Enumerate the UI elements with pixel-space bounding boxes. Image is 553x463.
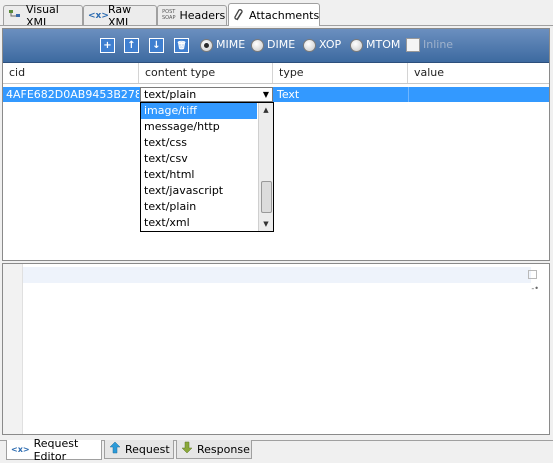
attachment-content-editor[interactable]: -• [2,263,550,435]
column-header-content-type[interactable]: content type [139,63,273,83]
xop-label: XOP [319,38,342,51]
column-header-cid[interactable]: cid [3,63,139,83]
tree-icon [8,9,22,23]
attachments-panel: + ↑ ↓ 🗑 MIME DIME XOP MTOM Inline cid co… [2,28,550,261]
code-icon: <x> [88,10,109,21]
inline-label: Inline [423,38,454,51]
tab-label: Attachments [249,8,320,22]
xop-radio[interactable] [303,39,316,52]
tab-attachments[interactable]: Attachments [228,3,320,26]
add-attachment-button[interactable]: + [100,38,115,53]
column-header-type[interactable]: type [273,63,408,83]
tab-label: Headers [179,9,226,22]
post-soap-icon: POST SOAP [162,8,176,21]
fold-end-icon[interactable]: -• [531,284,539,293]
dropdown-option[interactable]: text/csv [141,151,257,167]
fold-marker-icon[interactable] [528,270,537,279]
column-header-value[interactable]: value [408,63,549,83]
mime-radio[interactable] [200,39,213,52]
mtom-radio[interactable] [350,39,363,52]
tab-label: Request Editor [33,436,79,463]
paperclip-icon [233,8,245,22]
tab-raw-xml[interactable]: <x> Raw XML [83,3,157,29]
cell-cid: 4AFE682D0AB9453B278... [6,88,139,101]
trash-icon: 🗑 [176,41,187,50]
dropdown-option[interactable]: image/tiff [141,103,257,119]
dropdown-option[interactable]: text/javascript [141,183,257,199]
scroll-up-icon[interactable]: ▲ [259,103,273,117]
arrow-down-icon [181,441,193,457]
scroll-down-icon[interactable]: ▼ [259,217,273,231]
dime-radio[interactable] [251,39,264,52]
editor-tab-bar: Visual XML <x> Raw XML POST SOAP Headers … [0,0,553,29]
tab-label: Request [125,442,170,456]
attachments-toolbar: + ↑ ↓ 🗑 MIME DIME XOP MTOM Inline [3,29,549,63]
tab-visual-xml[interactable]: Visual XML [3,3,83,29]
arrow-up-icon [109,441,121,457]
tab-response[interactable]: Response [176,440,252,459]
dropdown-option[interactable]: text/html [141,167,257,183]
cell-type: Text [277,88,300,101]
tab-request[interactable]: Request [104,440,174,459]
arrow-up-icon: ↑ [127,40,136,51]
code-icon: <x> [11,445,30,454]
dropdown-scrollbar[interactable]: ▲ ▼ [258,103,273,231]
tab-request-editor[interactable]: <x> Request Editor [6,436,102,463]
content-type-combobox[interactable]: text/plain ▼ [140,87,273,102]
mime-label: MIME [216,38,246,51]
dropdown-option[interactable]: text/plain [141,199,257,215]
dropdown-option[interactable]: text/xml [141,215,257,231]
tab-headers[interactable]: POST SOAP Headers [157,5,227,25]
inline-checkbox[interactable] [406,38,420,52]
line-gutter [3,264,23,434]
content-type-value: text/plain [144,88,197,101]
delete-attachment-button[interactable]: 🗑 [174,38,189,53]
mtom-label: MTOM [366,38,401,51]
arrow-down-icon: ↓ [152,40,161,51]
dropdown-option[interactable]: text/css [141,135,257,151]
chevron-down-icon[interactable]: ▼ [263,90,269,99]
dime-label: DIME [267,38,296,51]
move-up-button[interactable]: ↑ [124,38,139,53]
plus-icon: + [103,40,112,51]
attachments-table-header: cid content type type value [3,63,549,84]
current-line-highlight [23,267,531,283]
tab-label: Response [197,442,250,456]
scrollbar-thumb[interactable] [261,181,272,213]
table-row[interactable]: 4AFE682D0AB9453B278... Text [3,87,549,102]
cell-value [408,87,549,102]
content-type-dropdown-list: image/tiff message/http text/css text/cs… [140,102,274,232]
move-down-button[interactable]: ↓ [149,38,164,53]
dropdown-option[interactable]: message/http [141,119,257,135]
